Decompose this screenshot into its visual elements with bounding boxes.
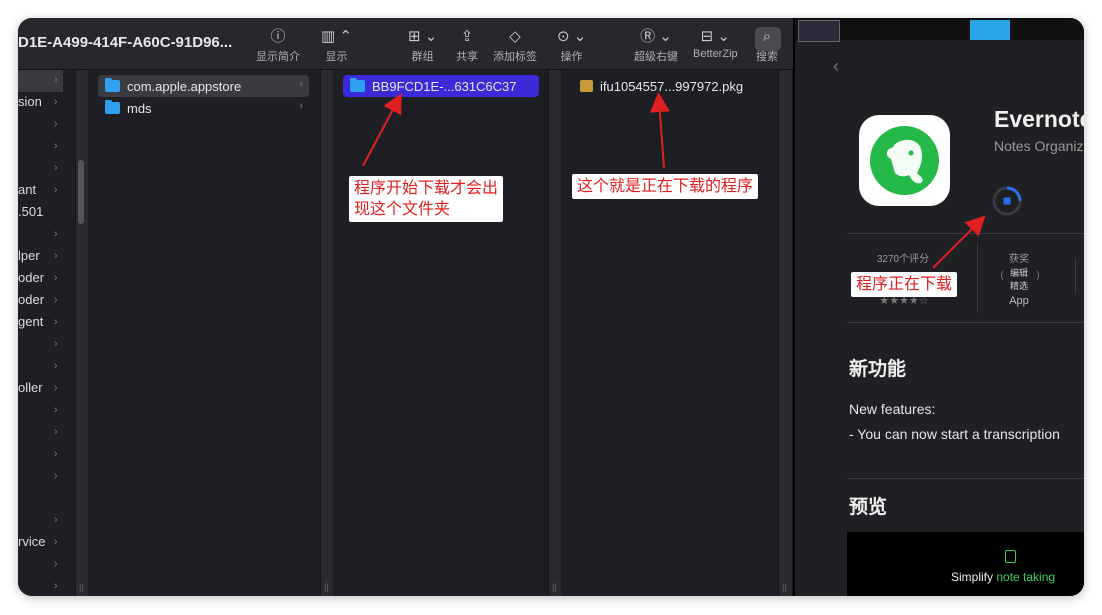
annotation-download-note: 程序正在下载: [851, 272, 958, 297]
annotation-folder-note: 程序开始下载才会出 现这个文件夹: [349, 176, 504, 222]
annotation-arrows: [362, 92, 986, 269]
screenshot-frame: D1E-A499-414F-A60C-91D96... ⓘ 显示简介 ▥ ⌃ 显…: [18, 18, 1084, 596]
arrow-to-pkg: [649, 92, 670, 169]
annotation-pkg-note: 这个就是正在下载的程序: [572, 174, 759, 199]
arrow-to-progress: [932, 215, 986, 269]
arrow-to-folder: [362, 92, 402, 167]
